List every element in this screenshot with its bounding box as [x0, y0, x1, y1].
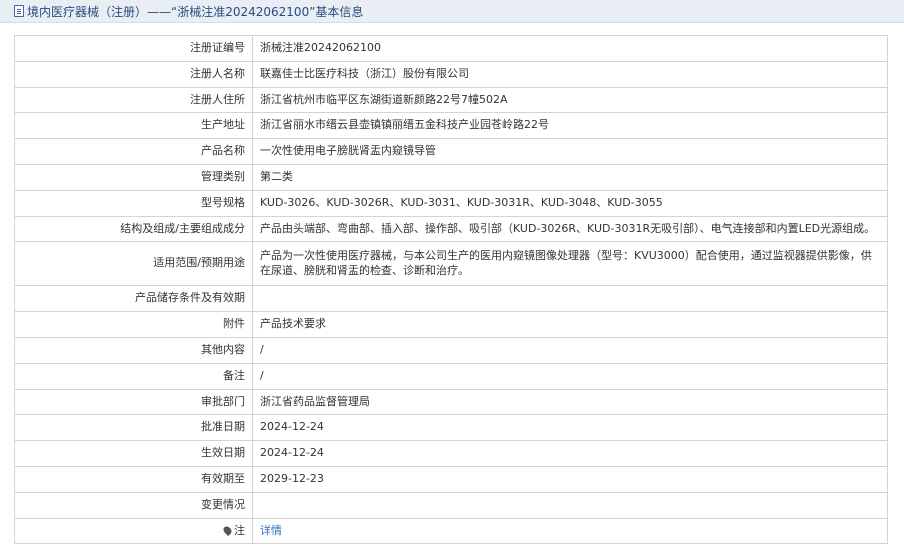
- row-value-other-content: /: [252, 336, 888, 364]
- row-label-structure-composition: 结构及组成/主要组成成分: [14, 215, 253, 243]
- table-row: 生产地址 浙江省丽水市缙云县壶镇镇丽缙五金科技产业园苍岭路22号: [14, 112, 888, 140]
- note-label: 注: [234, 523, 245, 537]
- info-table: 注册证编号 浙械注准20242062100 注册人名称 联嘉佳士比医疗科技（浙江…: [14, 35, 888, 545]
- row-value-approval-date: 2024-12-24: [252, 414, 888, 442]
- table-row: 变更情况: [14, 491, 888, 519]
- table-row: 产品储存条件及有效期: [14, 285, 888, 313]
- table-row: 管理类别 第二类: [14, 163, 888, 191]
- page-title: 境内医疗器械（注册）——“浙械注准20242062100”基本信息: [27, 4, 364, 19]
- table-row: 结构及组成/主要组成成分 产品由头端部、弯曲部、插入部、操作部、吸引部（KUD-…: [14, 215, 888, 243]
- row-value-attachment: 产品技术要求: [252, 311, 888, 338]
- row-value-structure-composition: 产品由头端部、弯曲部、插入部、操作部、吸引部（KUD-3026R、KUD-303…: [252, 215, 888, 243]
- table-row: 生效日期 2024-12-24: [14, 440, 888, 467]
- row-value-storage-validity: [252, 285, 888, 313]
- row-value-product-name: 一次性使用电子膀胱肾盂内窥镜导管: [252, 138, 888, 165]
- row-label-product-name: 产品名称: [14, 138, 253, 165]
- note-value-cell: 详情: [252, 517, 888, 545]
- row-label-production-address: 生产地址: [14, 112, 253, 140]
- row-value-remarks: /: [252, 362, 888, 390]
- table-row: 批准日期 2024-12-24: [14, 414, 888, 442]
- row-label-effective-date: 生效日期: [14, 440, 253, 467]
- table-row: 注册证编号 浙械注准20242062100: [14, 35, 888, 62]
- table-row: 审批部门 浙江省药品监督管理局: [14, 388, 888, 416]
- row-value-registrant-address: 浙江省杭州市临平区东湖街道新颜路22号7幢502A: [252, 86, 888, 114]
- info-table-container: 注册证编号 浙械注准20242062100 注册人名称 联嘉佳士比医疗科技（浙江…: [14, 35, 888, 545]
- location-pin-icon: [221, 524, 234, 536]
- table-row: 有效期至 2029-12-23: [14, 465, 888, 493]
- row-label-management-category: 管理类别: [14, 163, 253, 191]
- row-value-valid-until: 2029-12-23: [252, 465, 888, 493]
- row-label-registration-number: 注册证编号: [14, 35, 253, 62]
- table-row: 注册人名称 联嘉佳士比医疗科技（浙江）股份有限公司: [14, 60, 888, 88]
- table-row: 型号规格 KUD-3026、KUD-3026R、KUD-3031、KUD-303…: [14, 189, 888, 217]
- table-row: 适用范围/预期用途 产品为一次性使用医疗器械，与本公司生产的医用内窥镜图像处理器…: [14, 241, 888, 287]
- row-value-effective-date: 2024-12-24: [252, 440, 888, 467]
- table-row: 附件 产品技术要求: [14, 311, 888, 338]
- row-label-registrant-address: 注册人住所: [14, 86, 253, 114]
- row-label-model-spec: 型号规格: [14, 189, 253, 217]
- row-value-registrant-name: 联嘉佳士比医疗科技（浙江）股份有限公司: [252, 60, 888, 88]
- table-row: 注 详情: [14, 517, 888, 545]
- details-link[interactable]: 详情: [260, 524, 282, 537]
- row-label-valid-until: 有效期至: [14, 465, 253, 493]
- row-label-intended-use: 适用范围/预期用途: [14, 241, 253, 287]
- table-row: 备注 /: [14, 362, 888, 390]
- row-value-intended-use: 产品为一次性使用医疗器械，与本公司生产的医用内窥镜图像处理器（型号：KVU300…: [252, 241, 888, 287]
- row-value-model-spec: KUD-3026、KUD-3026R、KUD-3031、KUD-3031R、KU…: [252, 189, 888, 217]
- row-value-approval-department: 浙江省药品监督管理局: [252, 388, 888, 416]
- row-value-registration-number: 浙械注准20242062100: [252, 35, 888, 62]
- table-row: 注册人住所 浙江省杭州市临平区东湖街道新颜路22号7幢502A: [14, 86, 888, 114]
- page-header: 境内医疗器械（注册）——“浙械注准20242062100”基本信息: [0, 0, 904, 23]
- row-value-change-status: [252, 491, 888, 519]
- note-label-cell: 注: [14, 517, 253, 545]
- row-value-management-category: 第二类: [252, 163, 888, 191]
- document-icon: [14, 5, 24, 17]
- row-value-production-address: 浙江省丽水市缙云县壶镇镇丽缙五金科技产业园苍岭路22号: [252, 112, 888, 140]
- row-label-approval-date: 批准日期: [14, 414, 253, 442]
- row-label-other-content: 其他内容: [14, 336, 253, 364]
- row-label-registrant-name: 注册人名称: [14, 60, 253, 88]
- row-label-storage-validity: 产品储存条件及有效期: [14, 285, 253, 313]
- row-label-attachment: 附件: [14, 311, 253, 338]
- row-label-remarks: 备注: [14, 362, 253, 390]
- row-label-approval-department: 审批部门: [14, 388, 253, 416]
- table-row: 其他内容 /: [14, 336, 888, 364]
- row-label-change-status: 变更情况: [14, 491, 253, 519]
- table-row: 产品名称 一次性使用电子膀胱肾盂内窥镜导管: [14, 138, 888, 165]
